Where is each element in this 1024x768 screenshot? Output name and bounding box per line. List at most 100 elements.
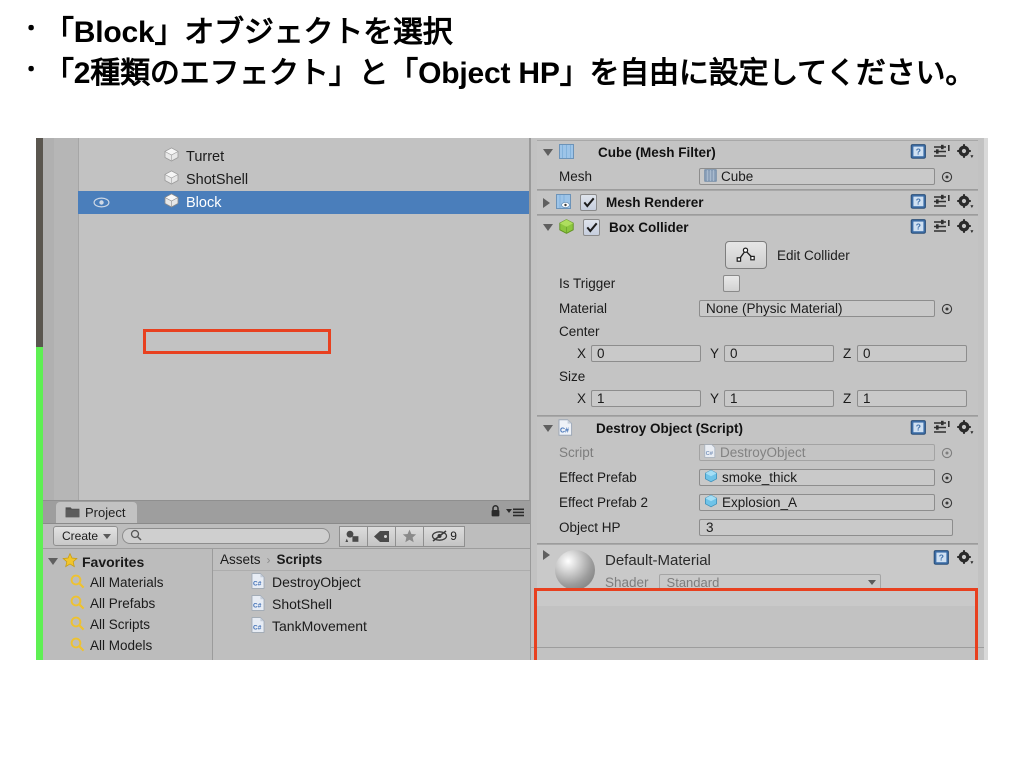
panel-menu-icon[interactable]	[506, 506, 524, 520]
tab-project[interactable]: Project	[56, 502, 138, 523]
preset-icon[interactable]	[933, 420, 950, 438]
material-preview-block: Default-Material Shader Standard ?	[537, 544, 978, 606]
preset-icon[interactable]	[933, 219, 950, 237]
lock-icon[interactable]	[490, 504, 501, 521]
center-x-field[interactable]: 0	[591, 345, 701, 362]
favorites-item-all-models[interactable]: All Models	[43, 635, 212, 656]
size-x-field[interactable]: 1	[591, 390, 701, 407]
favorite-star-icon[interactable]	[395, 525, 425, 547]
size-y-field[interactable]: 1	[724, 390, 834, 407]
effect-prefab-2-object-field[interactable]: Explosion_A	[699, 494, 935, 511]
breadcrumb-current[interactable]: Scripts	[277, 552, 323, 567]
component-header[interactable]: Box Collider ?	[537, 216, 978, 239]
help-book-icon[interactable]: ?	[910, 218, 927, 238]
center-z-field[interactable]: 0	[857, 345, 967, 362]
component-header[interactable]: Mesh Renderer ?	[537, 191, 978, 214]
hierarchy-item-shotshell[interactable]: ShotShell	[78, 168, 529, 191]
mesh-renderer-enabled-checkbox[interactable]	[580, 194, 597, 211]
effect-prefab-2-row: Effect Prefab 2 Explosion_A	[537, 490, 978, 515]
size-label: Size	[559, 368, 586, 384]
effect-prefab-value: smoke_thick	[722, 470, 798, 485]
gear-icon[interactable]	[956, 549, 974, 569]
favorites-item-all-materials[interactable]: All Materials	[43, 572, 212, 593]
component-header[interactable]: Cube (Mesh Filter) ?	[537, 141, 978, 164]
chevron-down-icon[interactable]	[48, 558, 58, 565]
chevron-right-icon[interactable]	[543, 197, 550, 208]
script-row: Script C# DestroyObject	[537, 440, 978, 465]
favorites-item-label: All Scripts	[90, 617, 151, 632]
breadcrumb-root[interactable]: Assets	[220, 552, 261, 567]
object-picker-icon[interactable]	[940, 497, 954, 509]
hierarchy-item-turret[interactable]: Turret	[78, 145, 529, 168]
help-book-icon[interactable]: ?	[910, 419, 927, 439]
help-book-icon[interactable]: ?	[910, 143, 927, 163]
edit-collider-label: Edit Collider	[777, 247, 850, 263]
asset-item-destroyobject[interactable]: C# DestroyObject	[213, 571, 530, 593]
hierarchy-panel: Turret ShotShell Block	[43, 138, 530, 500]
help-book-icon[interactable]: ?	[933, 549, 950, 569]
favorites-item-all-prefabs[interactable]: All Prefabs	[43, 593, 212, 614]
effect-prefab-object-field[interactable]: smoke_thick	[699, 469, 935, 486]
chevron-down-icon[interactable]	[543, 425, 553, 432]
size-vector-row: X 1 Y 1 Z 1	[537, 386, 978, 415]
hidden-assets-icon[interactable]: 9	[423, 525, 466, 547]
svg-text:?: ?	[916, 196, 921, 206]
size-z-field[interactable]: 1	[857, 390, 967, 407]
chevron-down-icon[interactable]	[543, 224, 553, 231]
component-header[interactable]: C# Destroy Object (Script) ?	[537, 417, 978, 440]
window-right-edge	[984, 138, 988, 660]
gear-icon[interactable]	[956, 193, 974, 213]
window-edge-strip	[36, 138, 43, 660]
preset-icon[interactable]	[933, 194, 950, 212]
shader-value: Standard	[666, 575, 720, 590]
type-filter-icon[interactable]	[339, 525, 369, 547]
edit-collider-row: Edit Collider	[537, 239, 978, 271]
object-picker-icon[interactable]	[940, 171, 954, 183]
favorites-header[interactable]: Favorites	[43, 551, 212, 572]
csharp-script-icon: C#	[704, 444, 716, 461]
chevron-down-icon[interactable]	[543, 149, 553, 156]
center-y-field[interactable]: 0	[724, 345, 834, 362]
mesh-object-field[interactable]: Cube	[699, 168, 935, 185]
asset-item-label: DestroyObject	[272, 574, 361, 590]
breadcrumb: Assets › Scripts	[213, 549, 530, 571]
folder-icon	[65, 505, 80, 521]
component-header-actions: ?	[910, 143, 974, 163]
svg-text:C#: C#	[706, 451, 714, 457]
label-filter-icon[interactable]	[367, 525, 397, 547]
mesh-asset-icon	[704, 168, 717, 185]
physic-material-object-field[interactable]: None (Physic Material)	[699, 300, 935, 317]
hierarchy-item-block[interactable]: Block	[78, 191, 529, 214]
help-book-icon[interactable]: ?	[910, 193, 927, 213]
favorites-item-all-scripts[interactable]: All Scripts	[43, 614, 212, 635]
assets-column: Assets › Scripts C# DestroyObject C# Sho…	[213, 549, 530, 660]
gear-icon[interactable]	[956, 218, 974, 238]
chevron-right-icon[interactable]	[542, 550, 550, 560]
create-button-label: Create	[62, 529, 99, 543]
visibility-eye-icon[interactable]	[91, 191, 111, 214]
asset-item-label: TankMovement	[272, 618, 367, 634]
hierarchy-item-label: Turret	[186, 148, 225, 165]
asset-item-tankmovement[interactable]: C# TankMovement	[213, 615, 530, 637]
object-picker-icon[interactable]	[940, 472, 954, 484]
bullet-text: 「2種類のエフェクト」と「Object HP」を自由に設定してください。	[44, 57, 976, 91]
gear-icon[interactable]	[956, 419, 974, 439]
object-hp-field[interactable]: 3	[699, 519, 953, 536]
is-trigger-checkbox[interactable]	[723, 275, 740, 292]
box-collider-enabled-checkbox[interactable]	[583, 219, 600, 236]
shader-dropdown[interactable]: Standard	[658, 574, 881, 591]
object-picker-icon[interactable]	[940, 303, 954, 315]
is-trigger-label: Is Trigger	[559, 276, 616, 291]
edit-collider-button[interactable]	[725, 241, 767, 269]
axis-x-label: X	[577, 391, 587, 406]
search-input[interactable]	[122, 528, 331, 544]
component-header-actions: ?	[910, 193, 974, 213]
favorites-header-label: Favorites	[82, 553, 145, 570]
gear-icon[interactable]	[956, 143, 974, 163]
slide-root: ・ 「Block」オブジェクトを選択 ・ 「2種類のエフェクト」と「Object…	[0, 0, 1024, 768]
create-button[interactable]: Create	[53, 526, 119, 546]
asset-item-shotshell[interactable]: C# ShotShell	[213, 593, 530, 615]
search-icon	[130, 529, 142, 544]
preset-icon[interactable]	[933, 144, 950, 162]
material-foldout[interactable]	[537, 550, 555, 573]
